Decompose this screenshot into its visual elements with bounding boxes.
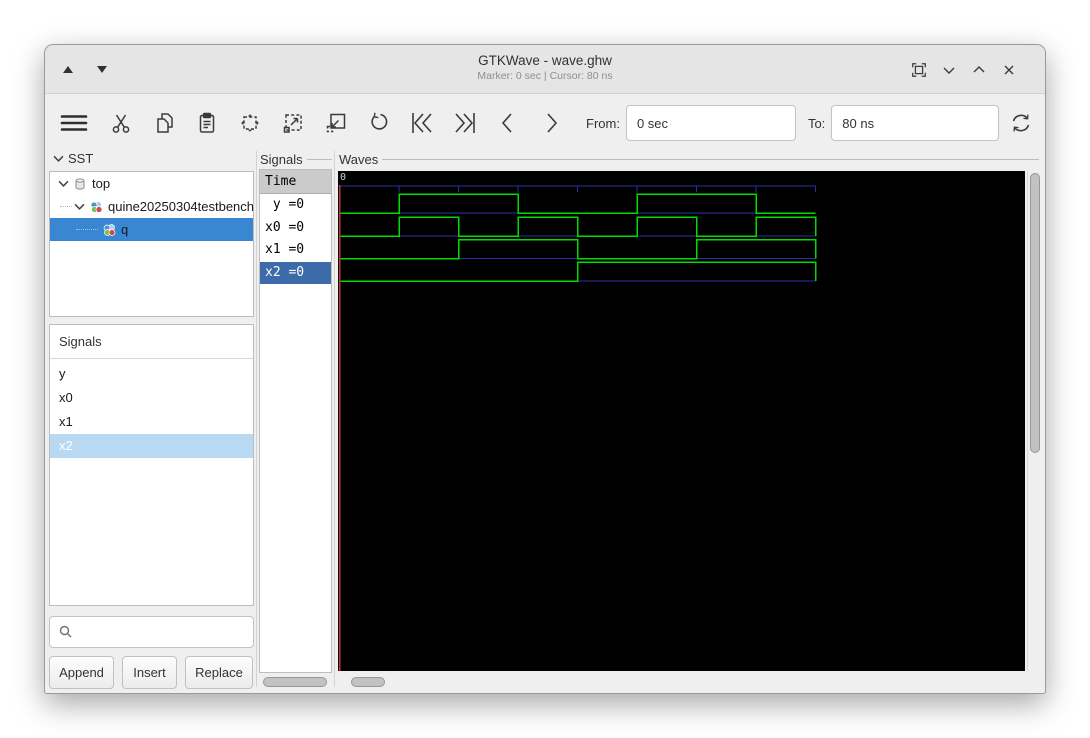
cut-button[interactable] [109,109,133,137]
close-button[interactable] [997,58,1021,82]
gtkwave-window: GTKWave - wave.ghw Marker: 0 sec | Curso… [44,44,1046,694]
chevron-down-icon[interactable] [72,200,86,214]
zoom-in-button[interactable] [281,109,305,137]
titlebar[interactable]: GTKWave - wave.ghw Marker: 0 sec | Curso… [45,45,1045,94]
tree-item-label: q [121,222,129,237]
menu-icon [58,111,90,135]
append-button[interactable]: Append [49,656,114,689]
sst-tree: top quine20250304testbench q [49,171,254,317]
waveform-traces [338,171,1025,671]
scrollbar-thumb[interactable] [263,677,327,687]
marker-cursor-status: Marker: 0 sec | Cursor: 80 ns [477,70,613,82]
waveform-canvas[interactable]: 0 [338,171,1025,671]
go-forward-button[interactable] [539,109,563,137]
copy-button[interactable] [152,109,176,137]
signal-source-list: Signals y x0 x1 x2 [49,324,254,606]
waves-frame-label: Waves [339,152,1039,167]
signal-item-x1[interactable]: x1 [50,410,253,434]
from-input[interactable] [625,105,796,141]
signal-search-field[interactable] [49,616,254,648]
values-frame-label: Signals [260,152,332,167]
waves-vertical-scrollbar[interactable] [1027,171,1041,671]
sst-section-header[interactable]: SST [51,151,93,166]
window-title: GTKWave - wave.ghw [478,53,612,68]
go-to-start-button[interactable] [410,109,434,137]
fullscreen-button[interactable] [907,58,931,82]
module-gears-icon [89,200,104,214]
go-back-button[interactable] [496,109,520,137]
module-gears-icon [102,223,117,237]
to-label: To: [807,115,826,131]
paste-icon [196,111,218,135]
to-input[interactable] [831,105,1000,141]
search-icon [58,624,74,640]
toolbar: From: To: [45,95,1045,151]
insert-button[interactable]: Insert [122,656,177,689]
values-horizontal-scrollbar[interactable] [261,676,330,689]
paste-button[interactable] [195,109,219,137]
maximize-button[interactable] [967,58,991,82]
value-row-y[interactable]: y =0 [260,194,331,217]
signal-item-x2[interactable]: x2 [50,434,253,458]
pane-splitter[interactable] [334,151,335,687]
zoom-fit-icon [238,111,262,135]
tree-item-label: top [92,176,111,191]
pane-splitter[interactable] [256,151,257,687]
skip-to-end-icon [452,110,478,136]
scrollbar-thumb[interactable] [1030,173,1040,453]
signal-item-x0[interactable]: x0 [50,386,253,410]
signal-values-panel: Time y =0 x0 =0 x1 =0 x2 =0 [259,169,332,673]
cut-icon [110,111,132,135]
zoom-out-icon [324,111,348,135]
fullscreen-icon [910,61,928,79]
signal-item-y[interactable]: y [50,362,253,386]
tree-item-q[interactable]: q [50,218,253,241]
undo-icon [367,111,391,135]
chevron-down-icon [941,62,957,78]
copy-icon [153,111,175,135]
chevron-right-icon [540,110,562,136]
tree-item-top[interactable]: top [50,172,253,195]
sst-label: SST [68,151,94,166]
skip-to-start-icon [409,110,435,136]
chevron-left-icon [497,110,519,136]
time-header-cell[interactable]: Time [260,170,331,194]
value-row-x1[interactable]: x1 =0 [260,239,331,262]
tree-item-label: quine20250304testbench [108,199,253,214]
undo-button[interactable] [367,109,391,137]
design-cylinder-icon [73,177,88,191]
timescale-origin-label: 0 [340,172,347,183]
zoom-out-button[interactable] [324,109,348,137]
chevron-down-icon [51,152,65,166]
zoom-in-icon [281,111,305,135]
value-row-x0[interactable]: x0 =0 [260,217,331,240]
desktop: GTKWave - wave.ghw Marker: 0 sec | Curso… [0,0,1090,738]
replace-button[interactable]: Replace [185,656,253,689]
value-row-x2[interactable]: x2 =0 [260,261,331,284]
reload-icon [1008,110,1034,136]
go-to-end-button[interactable] [453,109,477,137]
chevron-up-icon [971,62,987,78]
signal-list-header: Signals [50,325,253,359]
scrollbar-thumb[interactable] [351,677,385,687]
zoom-fit-button[interactable] [238,109,262,137]
unmaximize-button[interactable] [937,58,961,82]
chevron-down-icon[interactable] [56,177,70,191]
menu-button[interactable] [57,109,91,137]
close-icon [1001,62,1017,78]
waves-horizontal-scrollbar[interactable] [341,676,1041,689]
reload-button[interactable] [1009,109,1033,137]
tree-item-quine-testbench[interactable]: quine20250304testbench [50,195,253,218]
from-label: From: [586,115,620,131]
